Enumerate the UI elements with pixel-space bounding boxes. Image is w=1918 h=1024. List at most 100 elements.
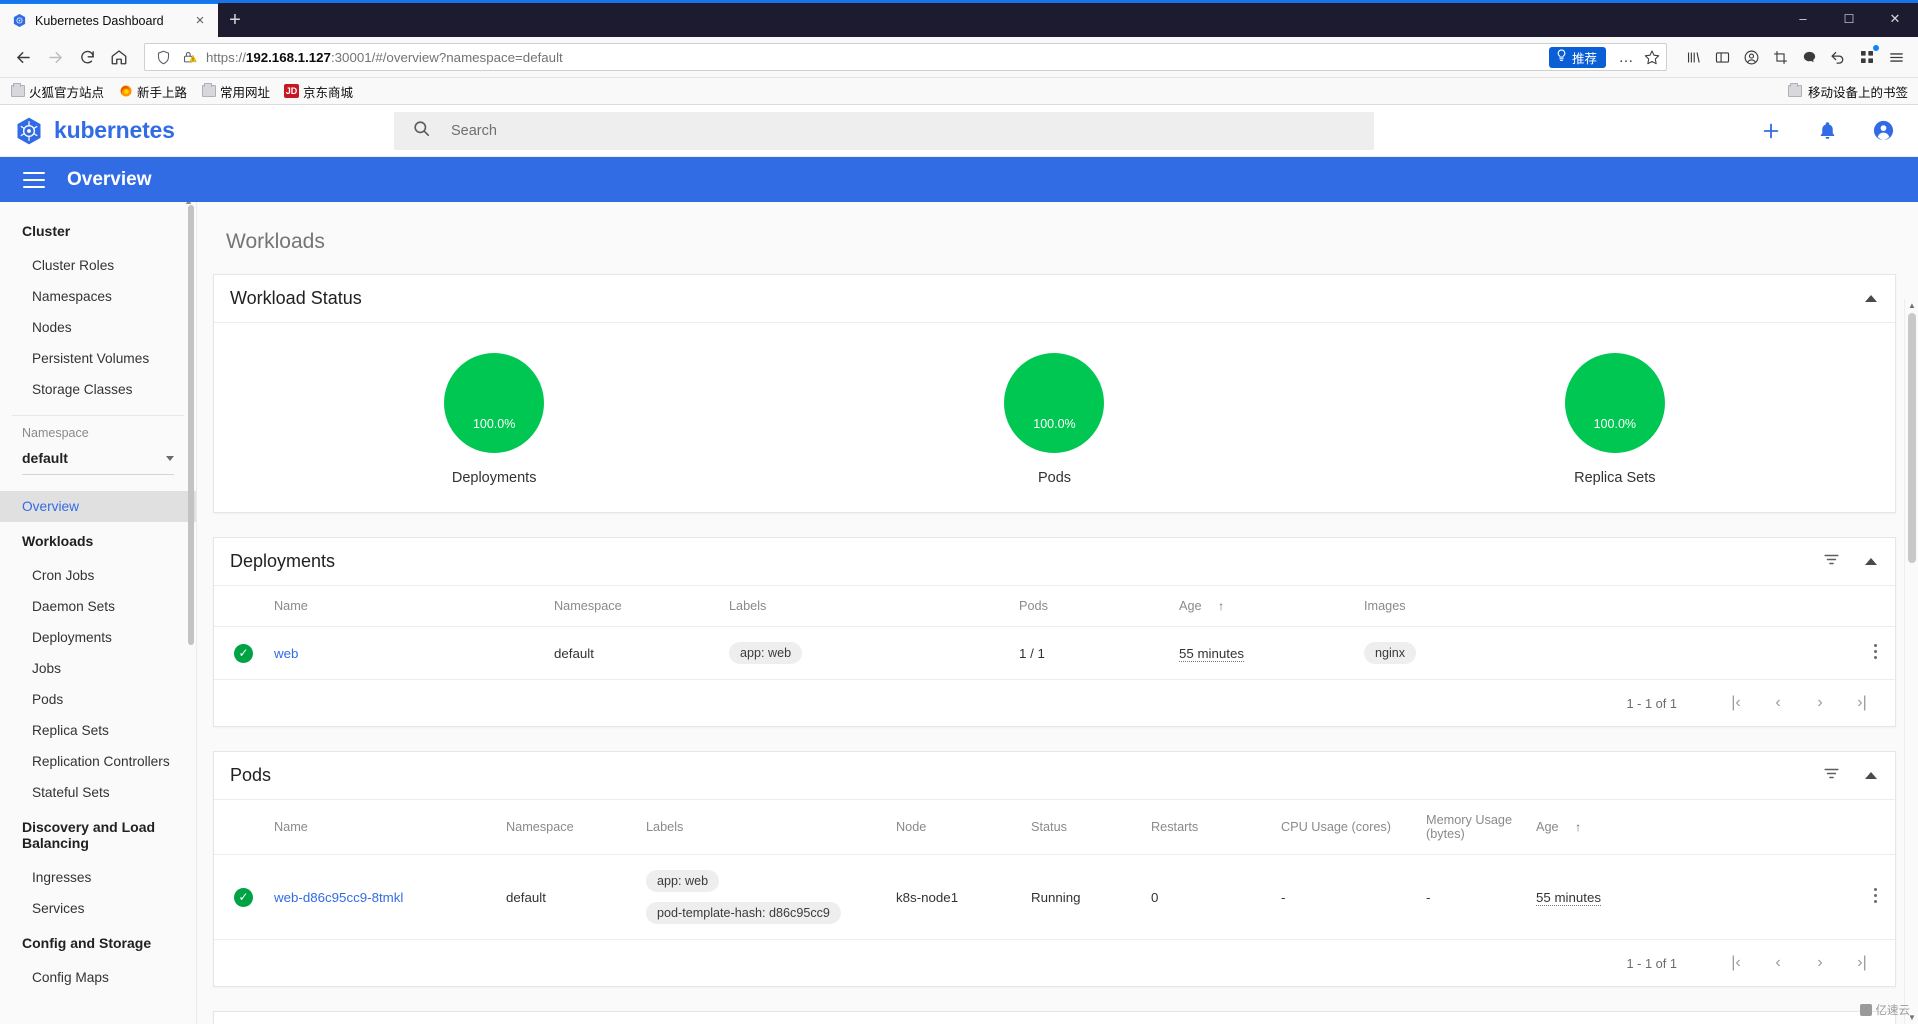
bookmark-item[interactable]: 新手上路 xyxy=(118,82,187,101)
maximize-button[interactable]: ☐ xyxy=(1826,0,1872,37)
account-circle-icon[interactable] xyxy=(1870,118,1896,144)
sidebar-item-persistent-volumes[interactable]: Persistent Volumes xyxy=(0,343,196,374)
account-icon[interactable] xyxy=(1737,43,1765,71)
chevron-down-icon[interactable] xyxy=(166,455,174,461)
browser-tab[interactable]: Kubernetes Dashboard × xyxy=(0,2,218,37)
next-page-button[interactable]: › xyxy=(1799,694,1841,712)
search-bar[interactable] xyxy=(394,111,1374,150)
library-icon[interactable] xyxy=(1679,43,1707,71)
sidebar-item-stateful-sets[interactable]: Stateful Sets xyxy=(0,777,196,808)
scroll-up-icon[interactable]: ▲ xyxy=(184,202,193,206)
close-icon[interactable]: × xyxy=(190,11,210,31)
app-brand-name: kubernetes xyxy=(54,117,175,143)
bookmark-item[interactable]: 常用网址 xyxy=(201,82,270,101)
col-restarts[interactable]: Restarts xyxy=(1141,800,1271,855)
table-row[interactable]: ✓ web default app: web 1 / 1 55 minutes … xyxy=(214,626,1895,680)
search-input[interactable] xyxy=(449,121,1356,140)
sidebar-item-namespaces[interactable]: Namespaces xyxy=(0,281,196,312)
chart-replica-sets: 100.0% Replica Sets xyxy=(1335,353,1895,486)
sidebar-item-ingresses[interactable]: Ingresses xyxy=(0,862,196,893)
col-namespace[interactable]: Namespace xyxy=(544,586,719,627)
sidebar-item-daemon-sets[interactable]: Daemon Sets xyxy=(0,591,196,622)
bookmark-item[interactable]: JD 京东商城 xyxy=(284,82,353,101)
sidebar-item-pods[interactable]: Pods xyxy=(0,684,196,715)
address-bar[interactable]: https://192.168.1.127:30001/#/overview?n… xyxy=(144,43,1667,71)
bookmark-item[interactable]: 火狐官方站点 xyxy=(10,82,104,101)
col-labels[interactable]: Labels xyxy=(636,800,886,855)
col-namespace[interactable]: Namespace xyxy=(496,800,636,855)
hamburger-menu-icon[interactable] xyxy=(23,171,45,188)
sidebar-item-replication-controllers[interactable]: Replication Controllers xyxy=(0,746,196,777)
screenshot-icon[interactable] xyxy=(1766,43,1794,71)
pocket-icon[interactable] xyxy=(1795,43,1823,71)
col-age[interactable]: Age ↑ xyxy=(1169,586,1354,627)
undo-close-tab-icon[interactable] xyxy=(1824,43,1852,71)
namespace-selector[interactable]: Namespace default xyxy=(0,416,196,475)
chevron-up-icon[interactable] xyxy=(1865,295,1877,302)
col-memory-usage[interactable]: Memory Usage (bytes) xyxy=(1416,800,1526,855)
sidebar-item-storage-classes[interactable]: Storage Classes xyxy=(0,374,196,405)
prev-page-button[interactable]: ‹ xyxy=(1757,954,1799,972)
first-page-button[interactable]: |‹ xyxy=(1715,954,1757,972)
sidebar-item-jobs[interactable]: Jobs xyxy=(0,653,196,684)
row-actions[interactable] xyxy=(1855,626,1895,680)
last-page-button[interactable]: ›| xyxy=(1841,954,1883,972)
scrollbar-thumb[interactable] xyxy=(1908,313,1916,563)
pod-name-link[interactable]: web-d86c95cc9-8tmkl xyxy=(274,890,403,905)
sidebar-icon[interactable] xyxy=(1708,43,1736,71)
chevron-up-icon[interactable] xyxy=(1865,558,1877,565)
page-scrollbar[interactable]: ▲ ▼ xyxy=(1904,299,1918,1024)
col-name[interactable]: Name xyxy=(264,800,496,855)
back-icon[interactable] xyxy=(8,42,38,72)
col-node[interactable]: Node xyxy=(886,800,1021,855)
scroll-up-icon[interactable]: ▲ xyxy=(1905,301,1918,310)
sidebar-item-cron-jobs[interactable]: Cron Jobs xyxy=(0,560,196,591)
filter-icon[interactable] xyxy=(1822,764,1841,788)
next-page-button[interactable]: › xyxy=(1799,954,1841,972)
insecure-lock-warning-icon[interactable] xyxy=(177,45,201,69)
bell-icon[interactable] xyxy=(1814,118,1840,144)
deployment-name-link[interactable]: web xyxy=(274,646,298,661)
first-page-button[interactable]: |‹ xyxy=(1715,694,1757,712)
menu-icon[interactable] xyxy=(1882,43,1910,71)
recommend-button[interactable]: 推荐 xyxy=(1548,46,1606,68)
plus-icon[interactable] xyxy=(1758,118,1784,144)
sidebar-item-deployments[interactable]: Deployments xyxy=(0,622,196,653)
page-actions-more-icon[interactable]: … xyxy=(1614,45,1638,69)
row-actions[interactable] xyxy=(1855,854,1895,940)
sidebar-item-nodes[interactable]: Nodes xyxy=(0,312,196,343)
close-window-button[interactable]: ✕ xyxy=(1872,0,1918,37)
sidebar-item-services[interactable]: Services xyxy=(0,893,196,924)
url-text[interactable]: https://192.168.1.127:30001/#/overview?n… xyxy=(203,50,1547,65)
sidebar-item-config-maps[interactable]: Config Maps xyxy=(0,962,196,993)
sidebar-scrollbar-thumb[interactable]: ▲ xyxy=(184,202,194,645)
new-tab-button[interactable]: + xyxy=(218,3,252,37)
sort-ascending-icon[interactable]: ↑ xyxy=(1575,820,1581,834)
apps-grid-icon[interactable] xyxy=(1853,43,1881,71)
col-labels[interactable]: Labels xyxy=(719,586,1009,627)
minimize-button[interactable]: – xyxy=(1780,0,1826,37)
reload-icon[interactable] xyxy=(72,42,102,72)
filter-icon[interactable] xyxy=(1822,550,1841,574)
col-age[interactable]: Age ↑ xyxy=(1526,800,1855,855)
tracking-protection-icon[interactable] xyxy=(151,45,175,69)
kebab-menu-icon[interactable] xyxy=(1865,644,1885,659)
sort-ascending-icon[interactable]: ↑ xyxy=(1218,599,1224,613)
prev-page-button[interactable]: ‹ xyxy=(1757,694,1799,712)
kebab-menu-icon[interactable] xyxy=(1865,888,1885,903)
sidebar-item-replica-sets[interactable]: Replica Sets xyxy=(0,715,196,746)
sidebar-item-cluster-roles[interactable]: Cluster Roles xyxy=(0,250,196,281)
col-cpu-usage[interactable]: CPU Usage (cores) xyxy=(1271,800,1416,855)
last-page-button[interactable]: ›| xyxy=(1841,694,1883,712)
col-pods[interactable]: Pods xyxy=(1009,586,1169,627)
mobile-bookmarks-item[interactable]: 移动设备上的书签 xyxy=(1788,82,1908,101)
chevron-up-icon[interactable] xyxy=(1865,772,1877,779)
col-status[interactable]: Status xyxy=(1021,800,1141,855)
app-logo[interactable]: kubernetes xyxy=(14,116,394,146)
sidebar-item-overview[interactable]: Overview xyxy=(0,491,196,522)
bookmark-star-icon[interactable] xyxy=(1640,45,1664,69)
col-name[interactable]: Name xyxy=(264,586,544,627)
home-icon[interactable] xyxy=(104,42,134,72)
col-images[interactable]: Images xyxy=(1354,586,1855,627)
table-row[interactable]: ✓ web-d86c95cc9-8tmkl default app: web p… xyxy=(214,854,1895,940)
